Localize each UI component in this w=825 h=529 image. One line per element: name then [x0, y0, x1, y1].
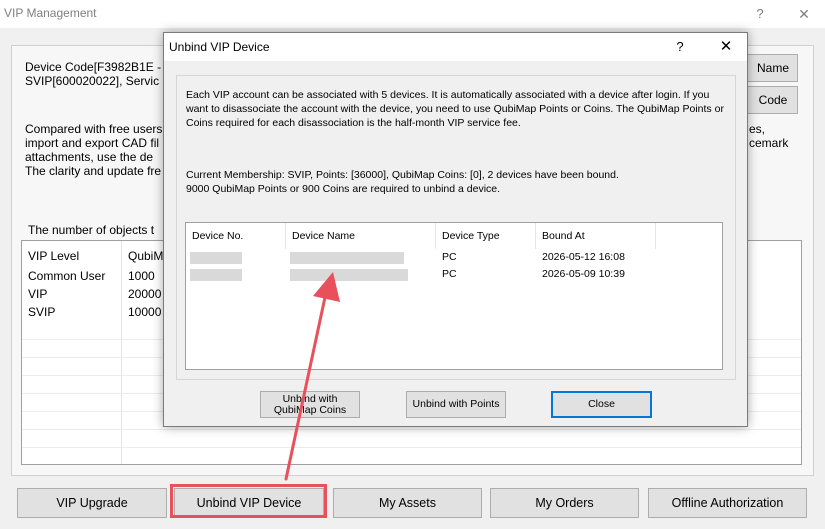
description-fragment: cemark [749, 136, 789, 150]
description-line: Compared with free users [25, 122, 163, 136]
device-code-text: Device Code[F3982B1E - [25, 60, 162, 74]
unbind-vip-device-dialog: Unbind VIP Device ? ✕ Each VIP account c… [163, 32, 748, 427]
redacted-device-no [190, 252, 242, 264]
table-cell: VIP [28, 287, 48, 301]
grid-line [22, 429, 801, 430]
main-window-title: VIP Management [4, 6, 97, 20]
unbind-cost-text: 9000 QubiMap Points or 900 Coins are req… [186, 183, 501, 195]
grid-line [22, 447, 801, 448]
table-cell: 1000 [128, 269, 155, 283]
table-cell: Common User [28, 269, 106, 283]
close-icon[interactable]: ✕ [790, 4, 818, 24]
unbind-with-coins-button[interactable]: Unbind with QubiMap Coins [260, 391, 360, 418]
offline-authorization-button[interactable]: Offline Authorization [648, 488, 807, 518]
description-line: import and export CAD fil [25, 136, 160, 150]
redacted-device-no [190, 269, 242, 281]
column-header-device-no[interactable]: Device No. [186, 223, 286, 249]
device-type: PC [442, 251, 457, 263]
objects-count-label: The number of objects t [28, 223, 155, 237]
device-row[interactable]: PC 2026-05-09 10:39 [186, 266, 722, 283]
unbind-with-coins-label-2: QubiMap Coins [273, 404, 347, 416]
column-header-device-type[interactable]: Device Type [436, 223, 536, 249]
help-icon[interactable]: ? [746, 4, 774, 24]
device-bound-at: 2026-05-12 16:08 [542, 251, 625, 263]
highlight-box [170, 484, 327, 518]
description-fragment: es, [749, 122, 766, 136]
column-header-bound-at[interactable]: Bound At [536, 223, 656, 249]
vip-upgrade-button[interactable]: VIP Upgrade [17, 488, 167, 518]
main-title-bar: VIP Management ? ✕ [0, 0, 825, 28]
redacted-device-name [290, 269, 408, 281]
svip-text: SVIP[600020022], Servic [25, 74, 160, 88]
change-name-label: Name [756, 61, 789, 75]
redacted-device-name [290, 252, 404, 264]
table-cell: 10000 [128, 305, 162, 319]
membership-text: Current Membership: SVIP, Points: [36000… [186, 169, 619, 181]
dialog-title: Unbind VIP Device [169, 40, 270, 54]
table-cell: 20000 [128, 287, 162, 301]
device-list: Device No. Device Name Device Type Bound… [185, 222, 723, 370]
device-row[interactable]: PC 2026-05-12 16:08 [186, 249, 722, 266]
my-orders-button[interactable]: My Orders [490, 488, 639, 518]
header-vip-level: VIP Level [28, 249, 80, 263]
close-button[interactable]: Close [551, 391, 652, 418]
column-header-device-name[interactable]: Device Name [286, 223, 436, 249]
unbind-with-points-button[interactable]: Unbind with Points [406, 391, 506, 418]
description-line: The clarity and update fre [25, 164, 162, 178]
dialog-info-text: Each VIP account can be associated with … [186, 89, 724, 129]
table-cell: SVIP [28, 305, 56, 319]
my-assets-button[interactable]: My Assets [333, 488, 482, 518]
dialog-title-bar: Unbind VIP Device ? ✕ [164, 33, 747, 61]
description-line: attachments, use the de [25, 150, 154, 164]
close-icon[interactable]: ✕ [714, 37, 738, 57]
code-label: Code [758, 93, 788, 107]
device-bound-at: 2026-05-09 10:39 [542, 268, 625, 280]
help-icon[interactable]: ? [670, 37, 690, 57]
device-type: PC [442, 268, 457, 280]
dialog-body: Each VIP account can be associated with … [176, 75, 736, 380]
